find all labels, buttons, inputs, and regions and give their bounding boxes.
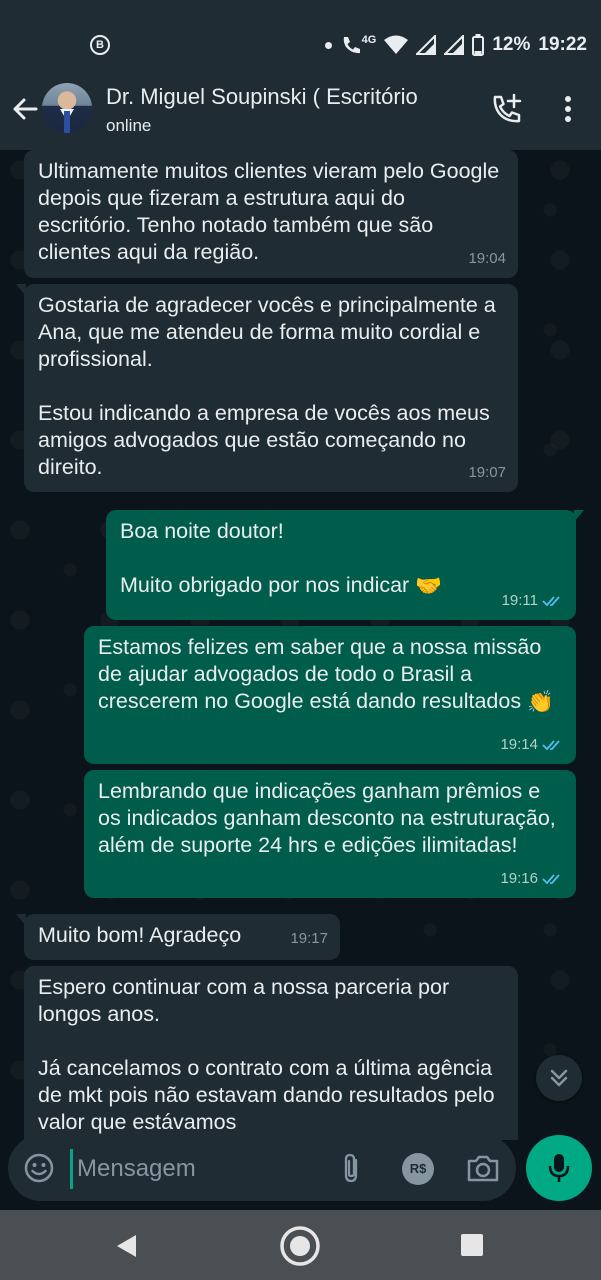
notification-b-icon: B xyxy=(90,35,110,55)
wifi-icon xyxy=(384,35,409,54)
signal-2-icon xyxy=(444,35,465,55)
read-receipt-icon xyxy=(542,739,560,750)
time-label: 19:11 xyxy=(501,592,538,609)
message-time: 19:04 xyxy=(468,245,506,272)
chat-header: Dr. Miguel Soupinski ( Escritório online xyxy=(0,78,601,150)
nav-back-icon[interactable] xyxy=(114,1232,140,1260)
status-bar: B 4G 12% 19:22 xyxy=(0,0,601,78)
message-time: 19:14 xyxy=(500,731,564,758)
nav-home-icon[interactable] xyxy=(278,1224,322,1268)
nav-recents-icon[interactable] xyxy=(461,1234,483,1256)
avatar[interactable] xyxy=(42,83,92,133)
network-label: 4G xyxy=(361,34,377,46)
clock: 19:22 xyxy=(538,34,587,55)
message-incoming[interactable]: Muito bom! Agradeço 19:17 xyxy=(16,914,340,960)
message-input[interactable] xyxy=(70,1149,329,1189)
message-text: Muito bom! Agradeço xyxy=(38,923,242,947)
message-text: Ultimamente muitos clientes vieram pelo … xyxy=(38,159,500,264)
handshake-emoji-icon: 🤝 xyxy=(415,573,442,598)
emoji-icon[interactable] xyxy=(22,1151,56,1185)
battery-icon xyxy=(472,34,485,56)
message-incoming[interactable]: Ultimamente muitos clientes vieram pelo … xyxy=(24,150,518,278)
add-call-icon[interactable] xyxy=(490,92,524,126)
message-time: 19:07 xyxy=(468,459,506,486)
message-outgoing[interactable]: Lembrando que indicações ganham prêmios … xyxy=(84,770,576,898)
scroll-to-bottom-button[interactable] xyxy=(536,1055,582,1101)
message-composer: R$ xyxy=(8,1135,516,1201)
message-time: 19:11 xyxy=(502,587,564,614)
double-chevron-down-icon xyxy=(550,1069,568,1087)
time-label: 19:04 xyxy=(468,250,506,267)
message-text-body: Estamos felizes em saber que a nossa mis… xyxy=(98,635,542,713)
message-text: Gostaria de agradecer vocês e principalm… xyxy=(38,293,496,479)
battery-percent: 12% xyxy=(492,34,531,55)
message-incoming[interactable]: Gostaria de agradecer vocês e principalm… xyxy=(16,284,518,492)
time-label: 19:17 xyxy=(290,930,328,947)
voice-message-button[interactable] xyxy=(526,1135,592,1201)
message-time: 19:17 xyxy=(290,925,328,952)
wifi-call-icon xyxy=(343,37,360,54)
message-text: Boa noite doutor! Muito obrigado por nos… xyxy=(120,518,562,600)
message-text-body: Boa noite doutor! Muito obrigado por nos… xyxy=(120,519,410,597)
clapping-hands-emoji-icon: 👏 xyxy=(527,689,554,714)
message-list[interactable]: Ultimamente muitos clientes vieram pelo … xyxy=(0,150,601,1140)
message-text: Estamos felizes em saber que a nossa mis… xyxy=(98,634,562,716)
time-label: 19:16 xyxy=(500,870,538,887)
system-nav-bar xyxy=(0,1210,601,1280)
time-label: 19:14 xyxy=(500,736,538,753)
read-receipt-icon xyxy=(542,595,560,606)
message-text: Lembrando que indicações ganham prêmios … xyxy=(98,779,556,857)
paperclip-icon[interactable] xyxy=(338,1151,366,1185)
status-icons: 4G 12% 19:22 xyxy=(324,32,587,58)
time-label: 19:07 xyxy=(468,464,506,481)
more-options-icon[interactable] xyxy=(556,92,580,126)
message-outgoing[interactable]: Boa noite doutor! Muito obrigado por nos… xyxy=(106,510,584,620)
contact-status: online xyxy=(106,116,152,135)
message-incoming[interactable]: Espero continuar com a nossa parceria po… xyxy=(24,966,518,1140)
avatar-tie xyxy=(64,111,70,133)
contact-name[interactable]: Dr. Miguel Soupinski ( Escritório xyxy=(106,84,471,110)
payment-button[interactable]: R$ xyxy=(402,1153,434,1185)
microphone-icon xyxy=(548,1154,570,1182)
message-text: Espero continuar com a nossa parceria po… xyxy=(38,975,495,1134)
camera-icon[interactable] xyxy=(466,1152,500,1184)
message-time: 19:16 xyxy=(500,865,564,892)
notification-dot-icon xyxy=(324,41,332,49)
back-arrow-icon[interactable] xyxy=(8,92,42,126)
read-receipt-icon xyxy=(542,873,560,884)
signal-1-icon xyxy=(416,35,437,55)
message-outgoing[interactable]: Estamos felizes em saber que a nossa mis… xyxy=(84,626,576,764)
